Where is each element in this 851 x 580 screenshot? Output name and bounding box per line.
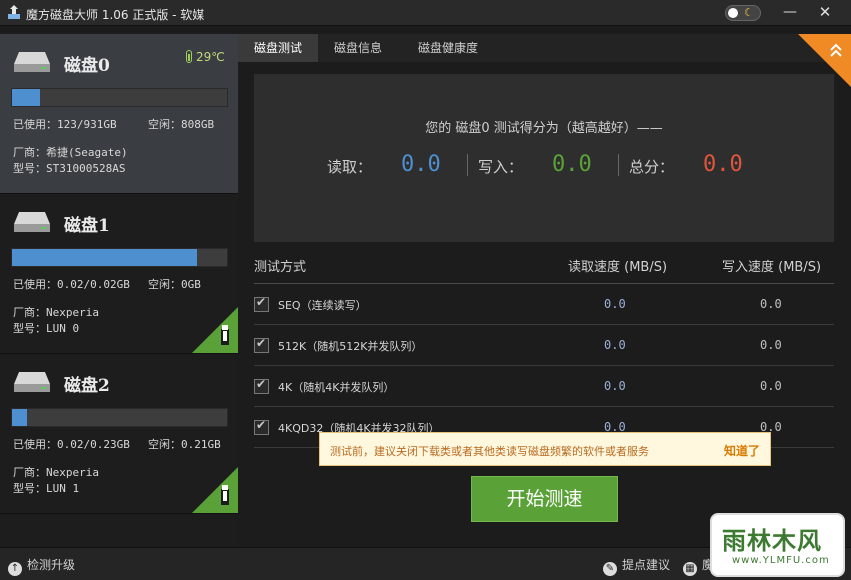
- column-read-speed: 读取速度 (MB/S): [568, 260, 668, 275]
- temperature-value: 29℃: [196, 50, 225, 64]
- read-score-label: 读取：: [327, 158, 373, 176]
- tab-bar: 磁盘测试 磁盘信息 磁盘健康度: [238, 34, 851, 62]
- column-write-speed: 写入速度 (MB/S): [722, 260, 822, 275]
- disk-sidebar: 磁盘0 29℃ 已使用：123/931GB 空闲：808GB 厂商：希捷(Sea…: [0, 34, 238, 547]
- usb-icon: [192, 467, 238, 513]
- score-title: 您的 磁盘0 测试得分为（越高越好）——: [425, 121, 663, 136]
- tab-disk-info[interactable]: 磁盘信息: [318, 34, 398, 62]
- title-bar: 魔方磁盘大师 1.06 正式版 - 软媒 ☾ — ✕: [0, 0, 851, 26]
- disk-model: 型号：LUN 0: [13, 322, 80, 335]
- tab-disk-test[interactable]: 磁盘测试: [238, 34, 318, 62]
- temperature: 29℃: [186, 50, 225, 64]
- theme-toggle[interactable]: ☾: [725, 5, 761, 21]
- write-speed: 0.0: [760, 379, 782, 393]
- read-speed: 0.0: [604, 338, 626, 352]
- moon-icon: ☾: [744, 6, 754, 19]
- disk-free: 空闲：808GB: [148, 118, 215, 131]
- close-button[interactable]: ✕: [810, 2, 840, 22]
- more-link[interactable]: ▦ 魔: [683, 556, 714, 576]
- hard-drive-icon: [14, 212, 50, 232]
- watermark-logo: 雨林木风 www.YLMFU.com: [712, 515, 843, 575]
- test-name: 4K（随机4K并发队列）: [278, 381, 395, 394]
- minimize-button[interactable]: —: [775, 2, 805, 22]
- usage-bar: [11, 88, 228, 107]
- check-update-link[interactable]: ↑ 检测升级: [8, 556, 75, 576]
- tab-disk-health[interactable]: 磁盘健康度: [398, 34, 498, 62]
- total-score-value: 0.0: [703, 152, 743, 177]
- grid-icon: ▦: [683, 562, 697, 576]
- total-score-label: 总分：: [629, 158, 675, 176]
- usage-bar-fill: [12, 409, 28, 426]
- pre-test-tip: 测试前，建议关闭下载类或者其他类读写磁盘频繁的软件或者服务 知道了: [319, 432, 771, 466]
- usage-bar: [11, 408, 228, 427]
- disk-name: 磁盘1: [64, 216, 110, 236]
- write-speed: 0.0: [760, 338, 782, 352]
- hard-drive-icon: [14, 52, 50, 72]
- disk-item-2[interactable]: 磁盘2 已使用：0.02/0.23GB 空闲：0.21GB 厂商：Nexperi…: [0, 354, 238, 514]
- test-name: SEQ（连续读写）: [278, 299, 367, 312]
- disk-item-1[interactable]: 磁盘1 已使用：0.02/0.02GB 空闲：0GB 厂商：Nexperia 型…: [0, 194, 238, 354]
- disk-free: 空闲：0GB: [148, 278, 201, 291]
- test-checkbox[interactable]: [254, 336, 269, 353]
- usage-bar-fill: [12, 89, 40, 106]
- hard-drive-icon: [14, 372, 50, 392]
- check-update-label: 检测升级: [27, 558, 76, 572]
- disk-item-0[interactable]: 磁盘0 29℃ 已使用：123/931GB 空闲：808GB 厂商：希捷(Sea…: [0, 34, 238, 194]
- window-title: 魔方磁盘大师 1.06 正式版 - 软媒: [26, 8, 205, 22]
- test-checkbox[interactable]: [254, 418, 269, 435]
- write-score-value: 0.0: [552, 152, 592, 177]
- tip-dismiss-button[interactable]: 知道了: [724, 442, 760, 459]
- table-row: 512K（随机512K并发队列） 0.0 0.0: [254, 325, 834, 366]
- test-checkbox[interactable]: [254, 295, 269, 312]
- usage-bar: [11, 248, 228, 267]
- table-row: SEQ（连续读写） 0.0 0.0: [254, 284, 834, 325]
- toggle-knob: [728, 8, 738, 18]
- usage-bar-fill: [12, 249, 197, 266]
- feedback-label: 提点建议: [622, 558, 671, 572]
- app-logo-icon: [8, 5, 20, 19]
- usb-icon: [192, 307, 238, 353]
- disk-model: 型号：LUN 1: [13, 482, 80, 495]
- table-row: 4K（随机4K并发队列） 0.0 0.0: [254, 366, 834, 407]
- disk-name: 磁盘0: [64, 56, 110, 76]
- write-speed: 0.0: [760, 297, 782, 311]
- disk-used: 已使用：0.02/0.23GB: [13, 438, 130, 451]
- start-test-button[interactable]: 开始测速: [471, 476, 618, 522]
- score-divider: [467, 154, 468, 176]
- score-panel: 您的 磁盘0 测试得分为（越高越好）—— 读取： 0.0 写入： 0.0 总分：…: [254, 74, 834, 242]
- write-score-label: 写入：: [478, 158, 524, 176]
- disk-used: 已使用：123/931GB: [13, 118, 117, 131]
- disk-vendor: 厂商：Nexperia: [13, 306, 99, 319]
- watermark-main-text: 雨林木风: [722, 526, 822, 555]
- read-score-value: 0.0: [401, 152, 441, 177]
- disk-used: 已使用：0.02/0.02GB: [13, 278, 130, 291]
- thermometer-icon: [186, 50, 192, 63]
- disk-vendor: 厂商：Nexperia: [13, 466, 99, 479]
- disk-vendor: 厂商：希捷(Seagate): [13, 146, 128, 159]
- watermark-url: www.YLMFU.com: [732, 555, 830, 566]
- pen-icon: ✎: [603, 562, 617, 576]
- disk-name: 磁盘2: [64, 376, 110, 396]
- read-speed: 0.0: [604, 297, 626, 311]
- disk-model: 型号：ST31000528AS: [13, 162, 126, 175]
- feedback-link[interactable]: ✎ 提点建议: [603, 556, 670, 576]
- column-test-method: 测试方式: [254, 260, 307, 275]
- test-name: 512K（随机512K并发队列）: [278, 340, 423, 353]
- score-divider: [618, 154, 619, 176]
- test-checkbox[interactable]: [254, 377, 269, 394]
- test-table-header: 测试方式 读取速度 (MB/S) 写入速度 (MB/S): [254, 254, 834, 284]
- disk-free: 空闲：0.21GB: [148, 438, 221, 451]
- tip-text: 测试前，建议关闭下载类或者其他类读写磁盘频繁的软件或者服务: [330, 445, 649, 458]
- read-speed: 0.0: [604, 379, 626, 393]
- upload-arrow-icon: ↑: [8, 562, 22, 576]
